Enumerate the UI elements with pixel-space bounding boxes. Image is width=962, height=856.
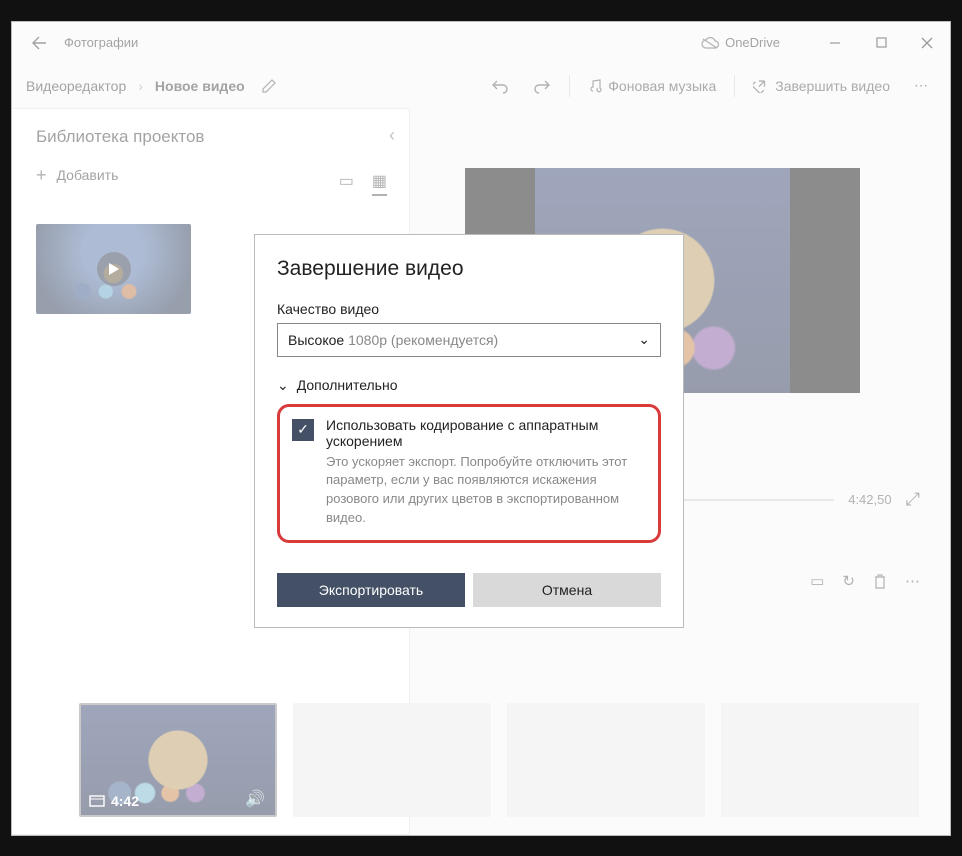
export-icon xyxy=(753,79,769,93)
library-title: Библиотека проектов xyxy=(36,127,385,147)
library-clip-thumb[interactable] xyxy=(36,224,191,314)
title-bar: Фотографии OneDrive xyxy=(12,22,950,64)
delete-button[interactable] xyxy=(873,573,887,589)
hw-encoding-desc: Это ускоряет экспорт. Попробуйте отключи… xyxy=(326,453,646,528)
timeline-time: 4:42,50 xyxy=(848,492,891,507)
chevron-right-icon: › xyxy=(138,78,143,94)
clip-duration: 4:42 xyxy=(111,793,139,809)
breadcrumb-current[interactable]: Новое видео xyxy=(151,72,249,100)
breadcrumb-root[interactable]: Видеоредактор xyxy=(22,72,130,100)
dialog-title: Завершение видео xyxy=(277,257,661,281)
window-controls xyxy=(812,22,950,64)
advanced-toggle[interactable]: ⌄ Дополнительно xyxy=(277,377,661,394)
collapse-library-button[interactable]: ‹ xyxy=(389,125,395,146)
redo-button[interactable] xyxy=(521,64,563,108)
hw-encoding-callout: ✓ Использовать кодирование с аппаратным … xyxy=(277,404,661,543)
export-button[interactable]: Экспортировать xyxy=(277,573,465,607)
chevron-down-icon: ⌄ xyxy=(277,377,289,394)
app-window: Фотографии OneDrive Видеоредактор › Ново… xyxy=(11,21,951,836)
toolbar-more-button[interactable]: ⋯ xyxy=(902,64,940,108)
volume-icon[interactable]: 🔊 xyxy=(245,789,265,809)
app-title: Фотографии xyxy=(64,35,138,50)
cancel-button[interactable]: Отмена xyxy=(473,573,661,607)
rename-button[interactable] xyxy=(261,78,277,94)
rotate-button[interactable]: ↻ xyxy=(842,572,855,590)
clip-icon xyxy=(89,795,105,807)
storyboard-empty-slot[interactable] xyxy=(721,703,919,817)
close-button[interactable] xyxy=(904,22,950,64)
onedrive-button[interactable]: OneDrive xyxy=(701,22,780,64)
quality-label: Качество видео xyxy=(277,301,661,317)
finish-video-button[interactable]: Завершить видео xyxy=(741,64,902,108)
view-large-icon[interactable]: ▭ xyxy=(339,171,354,196)
music-icon xyxy=(588,79,602,93)
play-overlay-icon xyxy=(97,252,131,286)
storyboard-more-button[interactable]: ⋯ xyxy=(905,572,920,590)
minimize-button[interactable] xyxy=(812,22,858,64)
quality-select[interactable]: Высокое 1080p (рекомендуется) ⌄ xyxy=(277,323,661,357)
cloud-icon xyxy=(701,37,719,49)
maximize-button[interactable] xyxy=(858,22,904,64)
bg-music-button[interactable]: Фоновая музыка xyxy=(576,64,728,108)
storyboard-empty-slot[interactable] xyxy=(507,703,705,817)
storyboard: 4:42 🔊 xyxy=(79,703,932,817)
chevron-down-icon: ⌄ xyxy=(638,331,650,348)
storyboard-empty-slot[interactable] xyxy=(293,703,491,817)
fullscreen-button[interactable]: ⤢ xyxy=(906,489,920,510)
finish-video-dialog: Завершение видео Качество видео Высокое … xyxy=(254,234,684,628)
aspect-button[interactable]: ▭ xyxy=(810,572,824,590)
storyboard-clip-1[interactable]: 4:42 🔊 xyxy=(79,703,277,817)
hw-encoding-title: Использовать кодирование с аппаратным ус… xyxy=(326,417,646,449)
plus-icon: + xyxy=(36,165,47,186)
add-media-button[interactable]: + Добавить xyxy=(36,165,385,186)
toolbar: Видеоредактор › Новое видео Фоновая музы… xyxy=(12,64,950,108)
view-grid-icon[interactable]: ▦ xyxy=(372,171,387,196)
hw-encoding-checkbox[interactable]: ✓ xyxy=(292,419,314,441)
undo-button[interactable] xyxy=(479,64,521,108)
back-button[interactable] xyxy=(18,22,60,64)
